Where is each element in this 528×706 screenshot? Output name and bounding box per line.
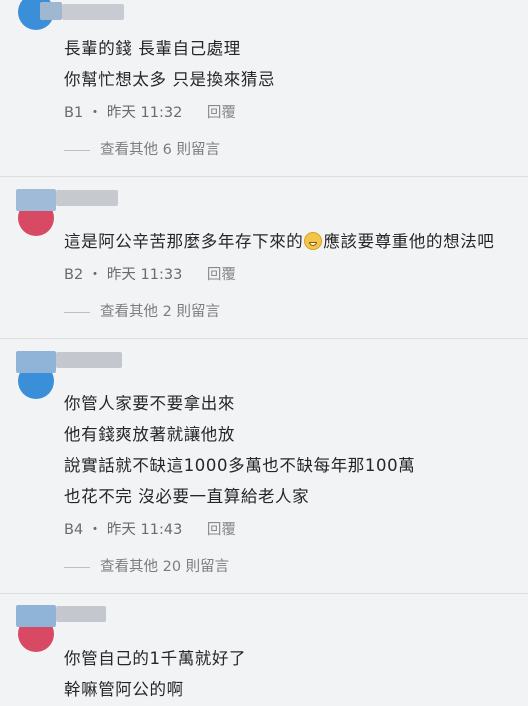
comment-time: 昨天 11:43 [106, 522, 183, 538]
grinning-sweat-emoji-icon [304, 232, 323, 250]
meta-separator: ・ [87, 105, 103, 121]
view-more-label: 查看其他 20 則留言 [100, 559, 230, 575]
reply-button[interactable]: 回覆 [207, 522, 236, 538]
view-more-replies[interactable]: 查看其他 6 則留言 [64, 138, 220, 159]
view-more-replies[interactable]: 查看其他 20 則留言 [64, 555, 229, 576]
meta-separator: ・ [87, 267, 103, 283]
comment-b2: 這是阿公辛苦那麼多年存下來的 應該要尊重他的想法吧 B2 ・ 昨天 11:33 回… [0, 177, 528, 338]
floor-number: B2 [64, 267, 84, 283]
username-blurred[interactable] [16, 605, 56, 627]
username-blurred[interactable] [56, 190, 118, 206]
divider-dash [64, 566, 90, 568]
comment-line: 他有錢爽放著就讓他放 [64, 425, 235, 444]
username-blurred[interactable] [56, 352, 122, 368]
comment-text: 應該要尊重他的想法吧 [323, 232, 495, 251]
view-more-label: 查看其他 6 則留言 [100, 142, 220, 158]
comment-line: 說實話就不缺這1000多萬也不缺每年那100萬 [64, 456, 416, 475]
comment-meta: B2 ・ 昨天 11:33 回覆 [64, 263, 236, 284]
comment-meta: B1 ・ 昨天 11:32 回覆 [64, 101, 236, 122]
floor-number: B1 [64, 105, 84, 121]
divider-dash [64, 149, 90, 151]
comment-meta: B4 ・ 昨天 11:43 回覆 [64, 518, 236, 539]
meta-separator: ・ [87, 522, 103, 538]
username-blurred[interactable] [16, 189, 56, 211]
username-blurred[interactable] [16, 351, 56, 373]
comment-line: 也花不完 沒必要一直算給老人家 [64, 487, 310, 506]
username-blurred[interactable] [62, 4, 124, 20]
divider-dash [64, 311, 90, 313]
comment-line: 你幫忙想太多 只是換來猜忌 [64, 70, 276, 89]
comment-line: 長輩的錢 長輩自己處理 [64, 39, 241, 58]
comment-line: 你管人家要不要拿出來 [64, 394, 235, 413]
comment-line: 幹嘛管阿公的啊 [64, 680, 184, 699]
comment-time: 昨天 11:33 [106, 267, 183, 283]
floor-number: B4 [64, 522, 84, 538]
comment-text: 這是阿公辛苦那麼多年存下來的 [64, 232, 304, 251]
username-blurred[interactable] [40, 2, 62, 20]
username-blurred[interactable] [56, 606, 106, 622]
reply-button[interactable]: 回覆 [207, 267, 236, 283]
view-more-replies[interactable]: 查看其他 2 則留言 [64, 300, 220, 321]
comment-line: 這是阿公辛苦那麼多年存下來的 應該要尊重他的想法吧 [64, 226, 494, 257]
comment-line: 你管自己的1千萬就好了 [64, 649, 247, 668]
comment-time: 昨天 11:32 [106, 105, 183, 121]
comment-b1: 長輩的錢 長輩自己處理 你幫忙想太多 只是換來猜忌 B1 ・ 昨天 11:32 … [0, 0, 528, 176]
comment-bottom: 你管自己的1千萬就好了 幹嘛管阿公的啊 [0, 594, 528, 706]
view-more-label: 查看其他 2 則留言 [100, 304, 220, 320]
comment-b4: 你管人家要不要拿出來 他有錢爽放著就讓他放 說實話就不缺這1000多萬也不缺每年… [0, 339, 528, 593]
reply-button[interactable]: 回覆 [207, 105, 236, 121]
